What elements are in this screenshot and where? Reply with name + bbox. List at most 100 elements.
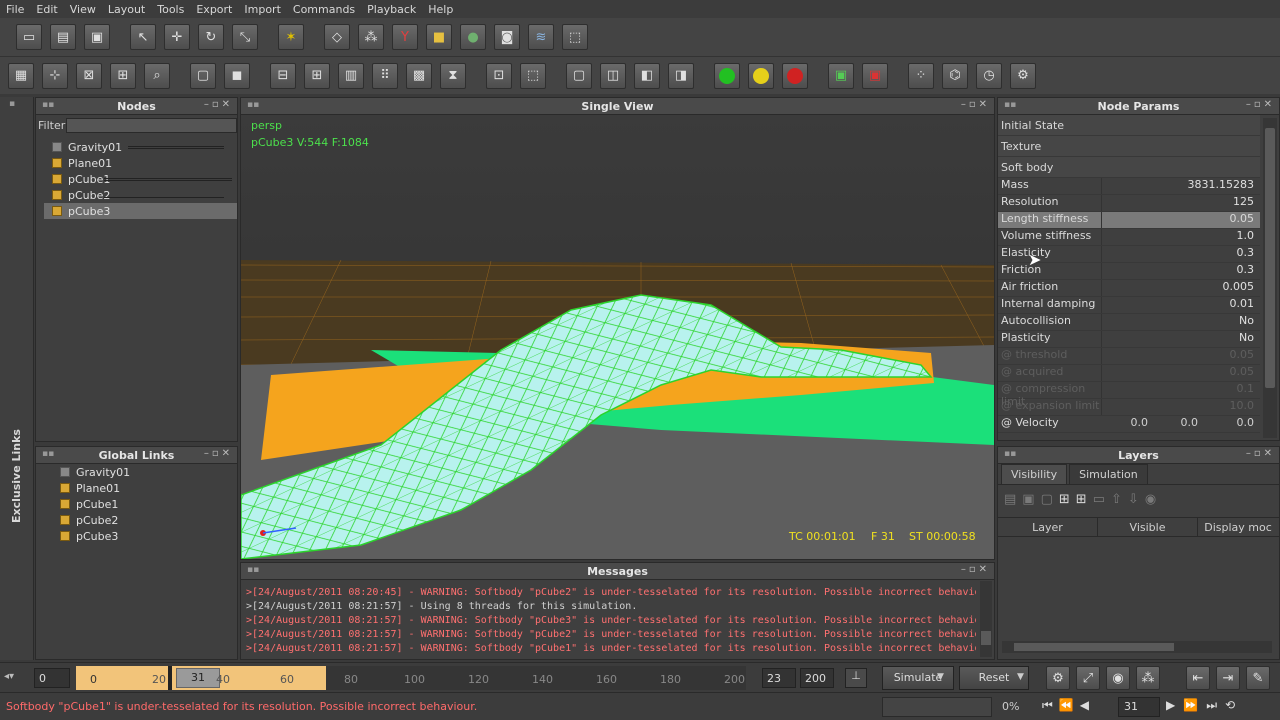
cube-icon[interactable]: ■ bbox=[426, 24, 452, 50]
exclusive-links-tab[interactable]: ▪ Exclusive Links bbox=[0, 97, 34, 660]
zoom-icon[interactable]: ⌕ bbox=[144, 62, 170, 89]
menu-export[interactable]: Export bbox=[190, 3, 238, 16]
container-icon[interactable]: ⬚ bbox=[562, 24, 588, 50]
end-frame-field[interactable]: 200 bbox=[800, 668, 834, 688]
particles-icon[interactable]: ⁂ bbox=[358, 24, 384, 50]
section-soft-body[interactable]: Soft body bbox=[998, 157, 1260, 178]
link-plane01[interactable]: Plane01 bbox=[36, 480, 237, 496]
select-tool-icon[interactable]: ↖ bbox=[130, 24, 156, 50]
velocity-z[interactable]: 0.0 bbox=[1202, 416, 1260, 432]
reset-dropdown-icon[interactable]: ▼ bbox=[1017, 672, 1024, 682]
param-value[interactable]: 1.0 bbox=[1102, 229, 1260, 245]
box-view-icon[interactable]: ▢ bbox=[190, 62, 216, 89]
link-pcube3[interactable]: pCube3 bbox=[36, 528, 237, 544]
archive-icon[interactable]: ▩ bbox=[406, 62, 432, 89]
snap-icon[interactable]: ⊹ bbox=[42, 62, 68, 89]
param-air-friction[interactable]: Air friction 0.005 bbox=[998, 280, 1260, 297]
side-view-icon[interactable]: ◫ bbox=[600, 62, 626, 89]
wrench-icon[interactable]: ✎ bbox=[1246, 666, 1270, 690]
start-frame-field[interactable]: 0 bbox=[34, 668, 70, 688]
param-autocollision[interactable]: Autocollision No bbox=[998, 314, 1260, 331]
camera-icon[interactable]: ◙ bbox=[494, 24, 520, 50]
panel-controls-icon[interactable]: –▫✕ bbox=[1246, 448, 1275, 459]
step-back-key-icon[interactable]: ⇤ bbox=[1186, 666, 1210, 690]
scene-render[interactable] bbox=[241, 115, 994, 559]
points-icon[interactable]: ⠿ bbox=[372, 62, 398, 89]
layer-eye-icon[interactable]: ◉ bbox=[1145, 492, 1156, 507]
layer-add-icon[interactable]: ▣ bbox=[1022, 492, 1034, 507]
open-file-icon[interactable]: ▤ bbox=[50, 24, 76, 50]
filter-input[interactable] bbox=[65, 117, 237, 133]
param-value[interactable]: 0.3 bbox=[1102, 263, 1260, 279]
param-value[interactable]: 3831.15283 bbox=[1102, 178, 1260, 194]
play-back-icon[interactable]: ◀ bbox=[1080, 698, 1089, 713]
param-velocity[interactable]: @ Velocity 0.0 0.0 0.0 bbox=[998, 416, 1260, 433]
section-initial-state[interactable]: Initial State bbox=[998, 115, 1260, 136]
node-plane01[interactable]: Plane01 bbox=[36, 155, 237, 171]
rotate-tool-icon[interactable]: ↻ bbox=[198, 24, 224, 50]
top-view-icon[interactable]: ◧ bbox=[634, 62, 660, 89]
link-gravity01[interactable]: Gravity01 bbox=[36, 464, 237, 480]
plane-icon[interactable]: ◇ bbox=[324, 24, 350, 50]
menu-help[interactable]: Help bbox=[422, 3, 459, 16]
eye-icon[interactable]: ◉ bbox=[1106, 666, 1130, 690]
current-frame-field[interactable]: 31 bbox=[1118, 697, 1160, 717]
sphere-icon[interactable]: ● bbox=[460, 24, 486, 50]
step-back-icon[interactable]: ⏪ bbox=[1059, 698, 1074, 713]
menu-playback[interactable]: Playback bbox=[361, 3, 422, 16]
param-value[interactable]: No bbox=[1102, 314, 1260, 330]
export-cancel-icon[interactable]: ▣ bbox=[862, 62, 888, 89]
lattice-icon[interactable]: ⊞ bbox=[304, 62, 330, 89]
snap-grid-icon[interactable]: ⊠ bbox=[76, 62, 102, 89]
align-icon[interactable]: ⊞ bbox=[110, 62, 136, 89]
keyframe-icon[interactable]: ⊥ bbox=[845, 668, 867, 688]
front-view-icon[interactable]: ▢ bbox=[566, 62, 592, 89]
scrollbar-thumb[interactable] bbox=[1265, 128, 1275, 388]
param-value[interactable]: 0.05 bbox=[1102, 212, 1260, 228]
params-scrollbar[interactable] bbox=[1263, 118, 1277, 438]
scrollbar-thumb[interactable] bbox=[1014, 643, 1174, 651]
param-mass[interactable]: Mass 3831.15283 bbox=[998, 178, 1260, 195]
layer-delete-icon[interactable]: ▭ bbox=[1093, 492, 1105, 507]
panel-controls-icon[interactable]: –▫✕ bbox=[961, 99, 990, 110]
settings-gear-icon[interactable]: ⚙ bbox=[1010, 62, 1036, 89]
mesh-icon[interactable]: ⊟ bbox=[270, 62, 296, 89]
velocity-x[interactable]: 0.0 bbox=[1102, 416, 1152, 432]
timeline-menu-icon[interactable]: ◂▾ bbox=[4, 671, 14, 682]
node-pcube1[interactable]: pCube1 bbox=[36, 171, 237, 187]
tab-simulation[interactable]: Simulation bbox=[1069, 464, 1148, 484]
step-forward-key-icon[interactable]: ⇥ bbox=[1216, 666, 1240, 690]
link-pcube1[interactable]: pCube1 bbox=[36, 496, 237, 512]
panel-controls-icon[interactable]: –▫✕ bbox=[961, 564, 990, 575]
clock-icon[interactable]: ◷ bbox=[976, 62, 1002, 89]
move-tool-icon[interactable]: ✛ bbox=[164, 24, 190, 50]
menu-layout[interactable]: Layout bbox=[102, 3, 151, 16]
menu-commands[interactable]: Commands bbox=[287, 3, 361, 16]
green-light-icon[interactable] bbox=[714, 62, 740, 89]
menu-file[interactable]: File bbox=[0, 3, 30, 16]
red-light-icon[interactable] bbox=[782, 62, 808, 89]
range-end-field[interactable]: 23 bbox=[762, 668, 796, 688]
hourglass-icon[interactable]: ⧗ bbox=[440, 62, 466, 89]
param-value[interactable]: 0.005 bbox=[1102, 280, 1260, 296]
param-length-stiffness[interactable]: Length stiffness 0.05 bbox=[998, 212, 1260, 229]
cache-icon[interactable]: ⚙ bbox=[1046, 666, 1070, 690]
menu-import[interactable]: Import bbox=[238, 3, 287, 16]
section-texture[interactable]: Texture bbox=[998, 136, 1260, 157]
frame-all-icon[interactable]: ⬚ bbox=[520, 62, 546, 89]
grid-icon[interactable]: ▦ bbox=[8, 62, 34, 89]
nodes-icon[interactable]: ⁂ bbox=[1136, 666, 1160, 690]
messages-scrollbar[interactable] bbox=[980, 581, 992, 657]
render-mesh-icon[interactable]: ⌬ bbox=[942, 62, 968, 89]
menu-edit[interactable]: Edit bbox=[30, 3, 63, 16]
export-icon[interactable]: ⤢ bbox=[1076, 666, 1100, 690]
persp-view-icon[interactable]: ◨ bbox=[668, 62, 694, 89]
node-pcube3[interactable]: pCube3 bbox=[44, 203, 237, 219]
menu-view[interactable]: View bbox=[64, 3, 102, 16]
layer-new-icon[interactable]: ⊞ bbox=[1059, 492, 1070, 507]
render-particles-icon[interactable]: ⁘ bbox=[908, 62, 934, 89]
panel-controls-icon[interactable]: –▫✕ bbox=[1246, 99, 1275, 110]
node-pcube2[interactable]: pCube2 bbox=[36, 187, 237, 203]
velocity-y[interactable]: 0.0 bbox=[1152, 416, 1202, 432]
box-shaded-icon[interactable]: ◼ bbox=[224, 62, 250, 89]
